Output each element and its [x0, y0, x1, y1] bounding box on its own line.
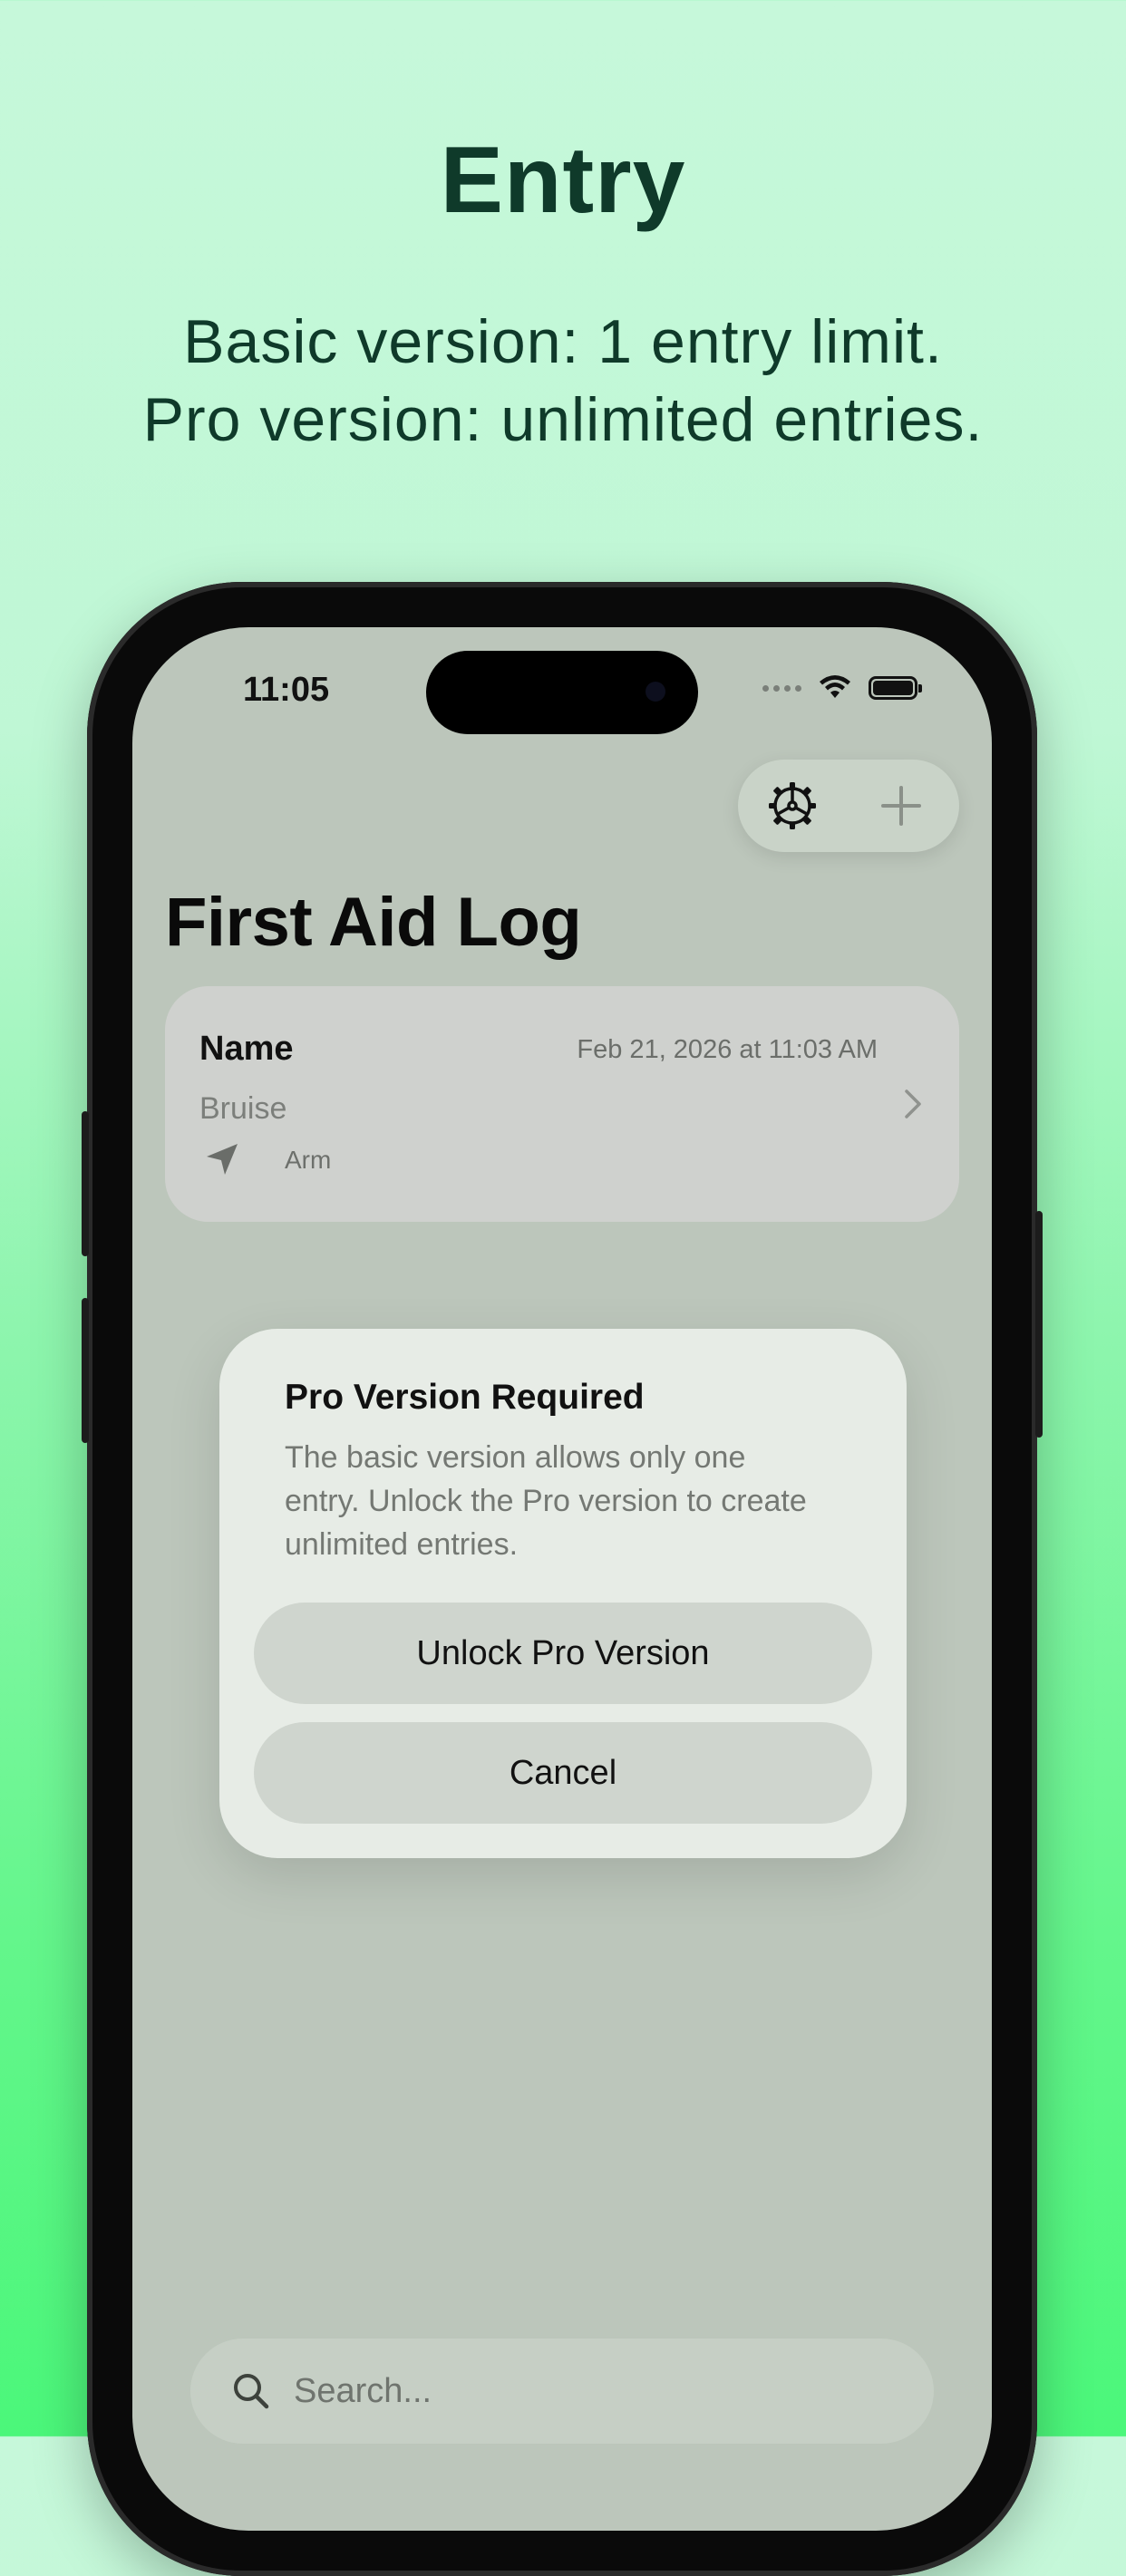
battery-icon — [869, 676, 922, 700]
phone-side-button — [1035, 1211, 1043, 1438]
alert-title: Pro Version Required — [285, 1378, 645, 1417]
cancel-button[interactable]: Cancel — [254, 1722, 872, 1824]
search-bar[interactable] — [190, 2339, 934, 2444]
plus-icon — [881, 786, 921, 826]
status-time: 11:05 — [243, 671, 330, 709]
chevron-right-icon — [905, 1089, 921, 1119]
entry-location: Arm — [285, 1146, 332, 1174]
camera-dot — [646, 682, 665, 702]
wifi-icon — [820, 675, 850, 698]
location-arrow-icon — [207, 1144, 238, 1175]
dynamic-island — [426, 651, 698, 734]
entry-injury: Bruise — [199, 1091, 287, 1126]
promo-subtitle-line2: Pro version: unlimited entries. — [142, 385, 984, 454]
status-icons — [762, 674, 922, 702]
entry-card[interactable]: Name Feb 21, 2026 at 11:03 AM Bruise Arm — [165, 986, 959, 1222]
phone-side-button — [82, 1111, 89, 1256]
search-input[interactable] — [292, 2370, 840, 2412]
toolbar — [738, 760, 959, 852]
phone-screen: 11:05 First Aid Log Name Feb 21, 2026 at… — [132, 627, 992, 2531]
add-entry-button[interactable] — [872, 777, 930, 835]
page-title: First Aid Log — [165, 884, 582, 961]
gear-icon — [769, 782, 816, 829]
alert-message: The basic version allows only one entry.… — [285, 1440, 807, 1562]
entry-name: Name — [199, 1030, 294, 1068]
entry-date: Feb 21, 2026 at 11:03 AM — [577, 1035, 878, 1064]
phone-side-button — [82, 1298, 89, 1443]
settings-button[interactable] — [763, 777, 821, 835]
pro-required-alert: Pro Version Required The basic version a… — [219, 1329, 907, 1858]
search-icon — [234, 2374, 269, 2409]
unlock-pro-button[interactable]: Unlock Pro Version — [254, 1603, 872, 1704]
signal-icon — [762, 684, 801, 692]
promo-subtitle-line1: Basic version: 1 entry limit. — [183, 307, 943, 376]
promo-title: Entry — [440, 128, 686, 233]
